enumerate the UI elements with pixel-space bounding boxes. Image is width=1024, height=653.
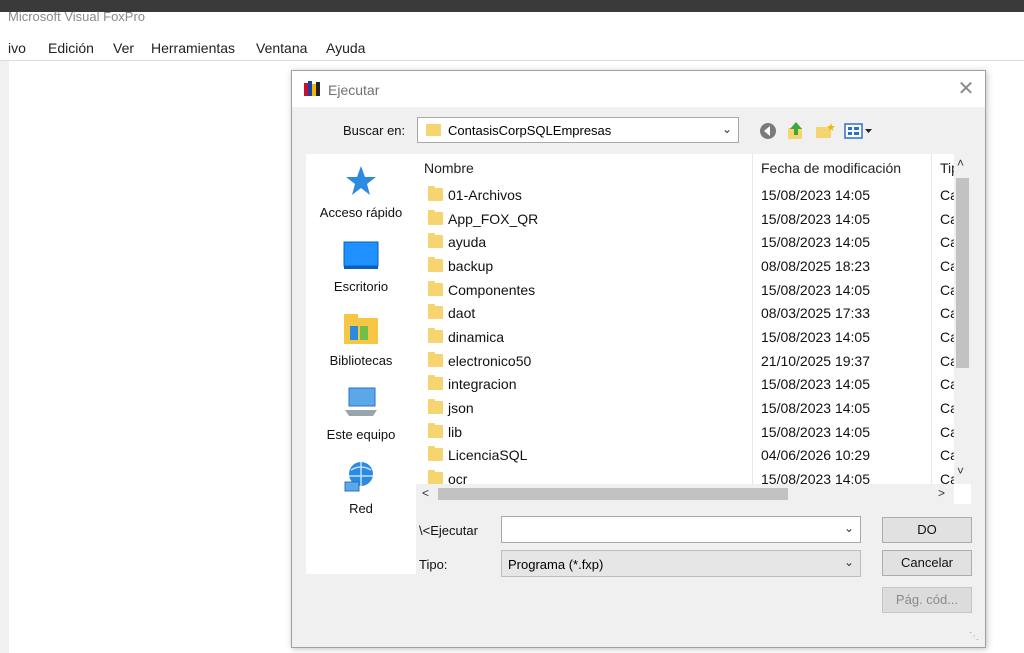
menu-herramientas[interactable]: Herramientas [151, 40, 235, 56]
folder-icon [428, 233, 443, 248]
file-row[interactable]: LicenciaSQL 04/06/2026 10:29 Ca [416, 444, 958, 467]
resize-grip-icon[interactable]: ⋱ [969, 631, 979, 642]
codepage-button[interactable]: Pág. cód... [882, 587, 972, 613]
menu-ver[interactable]: Ver [113, 40, 134, 56]
horizontal-scrollbar[interactable]: < > [416, 484, 954, 504]
place-label: Bibliotecas [329, 353, 393, 368]
app-left-edge [0, 61, 9, 653]
file-row[interactable]: electronico50 21/10/2025 19:37 Ca [416, 350, 958, 373]
app-menubar: ivo Edición Ver Herramientas Ventana Ayu… [0, 36, 1024, 60]
scroll-right-icon[interactable]: > [938, 486, 945, 500]
view-menu-icon[interactable] [844, 121, 874, 141]
folder-icon [428, 281, 443, 296]
folder-icon [428, 446, 443, 461]
folder-icon [428, 328, 443, 343]
place-bibliotecas[interactable]: Bibliotecas [306, 312, 416, 368]
folder-icon [428, 375, 443, 390]
folder-icon [428, 352, 443, 367]
place-este-equipo[interactable]: Este equipo [306, 386, 416, 442]
app-title: Microsoft Visual FoxPro [8, 9, 146, 24]
look-in-value: ContasisCorpSQLEmpresas [448, 123, 612, 138]
folder-icon [428, 186, 443, 201]
place-label: Red [349, 501, 373, 516]
vertical-scroll-thumb[interactable] [956, 178, 969, 368]
place-escritorio[interactable]: Escritorio [306, 240, 416, 294]
type-select[interactable]: Programa (*.fxp) ⌄ [501, 550, 861, 577]
foxpro-app-icon [304, 81, 320, 96]
file-row[interactable]: json 15/08/2023 14:05 Ca [416, 397, 958, 420]
desktop-icon [343, 241, 379, 269]
computer-icon [345, 387, 377, 416]
folder-icon [428, 399, 443, 414]
dialog-title: Ejecutar [328, 82, 380, 98]
file-list: Nombre ˆ Fecha de modificación Tip 01-Ar… [416, 154, 971, 504]
place-label: Acceso rápido [319, 205, 403, 220]
run-label: \<Ejecutar [419, 523, 478, 538]
type-label: Tipo: [419, 557, 448, 572]
place-label: Este equipo [326, 427, 396, 442]
libraries-icon [344, 314, 378, 344]
menu-ventana[interactable]: Ventana [256, 40, 307, 56]
folder-icon [428, 257, 443, 272]
look-in-combo[interactable]: ContasisCorpSQLEmpresas ⌄ [417, 117, 739, 143]
chevron-down-icon: ⌄ [843, 555, 854, 569]
horizontal-scroll-thumb[interactable] [438, 488, 788, 500]
chevron-down-icon: ⌄ [843, 521, 854, 535]
close-icon[interactable]: ✕ [954, 77, 978, 101]
up-folder-icon[interactable] [786, 121, 806, 141]
look-in-label: Buscar en: [343, 123, 406, 138]
chevron-down-icon: ⌄ [721, 122, 732, 136]
file-row[interactable]: 01-Archivos 15/08/2023 14:05 Ca [416, 184, 958, 207]
file-row[interactable]: Componentes 15/08/2023 14:05 Ca [416, 279, 958, 302]
app-top-strip [0, 0, 1024, 12]
menubar-divider [0, 60, 1024, 61]
file-row[interactable]: lib 15/08/2023 14:05 Ca [416, 421, 958, 444]
file-row[interactable]: ayuda 15/08/2023 14:05 Ca [416, 231, 958, 254]
file-row[interactable]: backup 08/08/2025 18:23 Ca [416, 255, 958, 278]
network-icon [344, 462, 373, 492]
cancel-button[interactable]: Cancelar [882, 550, 972, 576]
place-label: Escritorio [333, 279, 389, 294]
new-folder-icon[interactable] [814, 121, 836, 141]
menu-ayuda[interactable]: Ayuda [326, 40, 365, 56]
place-red[interactable]: Red [306, 460, 416, 516]
dialog-titlebar: Ejecutar ✕ [292, 71, 985, 107]
place-acceso-rapido[interactable]: Acceso rápido [306, 164, 416, 220]
file-row[interactable]: dinamica 15/08/2023 14:05 Ca [416, 326, 958, 349]
scroll-down-icon[interactable]: ˅ [957, 464, 964, 478]
star-icon [346, 166, 376, 195]
type-value: Programa (*.fxp) [508, 557, 604, 572]
scroll-left-icon[interactable]: < [422, 486, 429, 500]
file-row[interactable]: integracion 15/08/2023 14:05 Ca [416, 373, 958, 396]
folder-icon [426, 124, 441, 136]
sort-up-icon: ˆ [579, 154, 583, 163]
scroll-up-icon[interactable]: ˄ [957, 156, 964, 170]
do-button[interactable]: DO [882, 517, 972, 543]
folder-icon [428, 210, 443, 225]
menu-edicion[interactable]: Edición [48, 40, 94, 56]
run-file-input[interactable]: ⌄ [501, 516, 861, 543]
vertical-scrollbar[interactable]: ˄ ˅ [954, 154, 971, 484]
ejecutar-dialog: Ejecutar ✕ Buscar en: ContasisCorpSQLEmp… [291, 70, 986, 648]
back-arrow-icon[interactable] [758, 121, 778, 141]
places-bar: Acceso rápido Escritorio Bibliotecas Est… [306, 154, 416, 574]
folder-icon [428, 304, 443, 319]
menu-archivo[interactable]: ivo [8, 40, 26, 56]
file-row[interactable]: App_FOX_QR 15/08/2023 14:05 Ca [416, 208, 958, 231]
folder-icon [428, 423, 443, 438]
file-row[interactable]: daot 08/03/2025 17:33 Ca [416, 302, 958, 325]
